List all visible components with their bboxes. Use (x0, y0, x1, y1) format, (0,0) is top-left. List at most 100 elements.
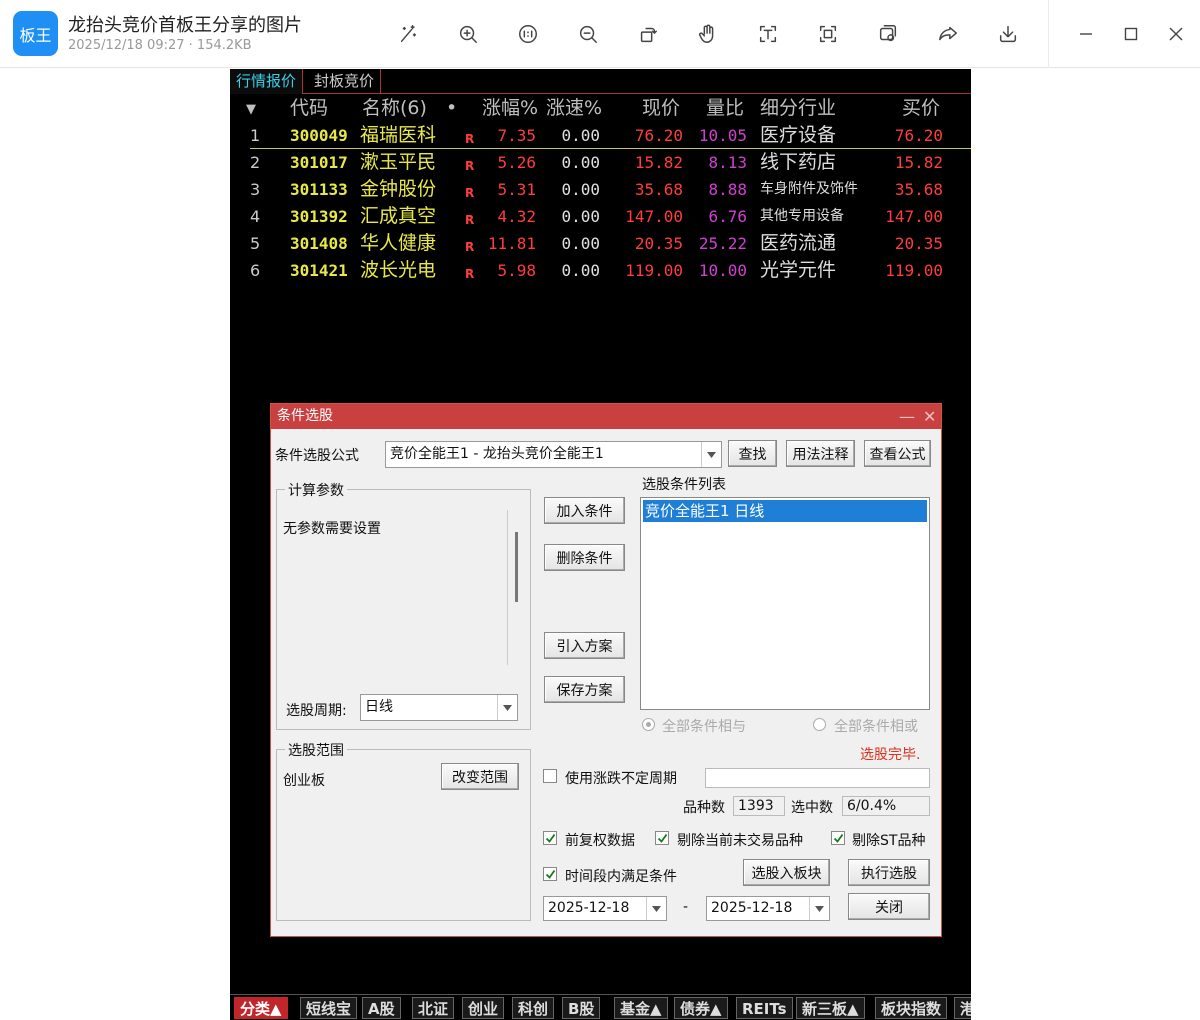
change-pct: 7.35 (497, 126, 536, 145)
zoom-in-icon[interactable] (452, 18, 484, 50)
category-tab[interactable]: 债券▲ (674, 997, 728, 1019)
hand-icon[interactable] (692, 18, 724, 50)
date-to-select[interactable]: 2025-12-18 (706, 896, 830, 921)
sort-icon[interactable]: ▼ (246, 96, 256, 123)
stock-code[interactable]: 301392 (290, 203, 348, 230)
selected-label: 选中数 (791, 800, 833, 816)
category-tab[interactable]: 创业 (462, 997, 505, 1019)
category-tab[interactable]: 北证 (412, 997, 455, 1019)
col-bid[interactable]: 买价 (902, 95, 940, 122)
dialog-close-icon[interactable]: ✕ (923, 404, 936, 429)
stock-name[interactable]: 福瑞医科 (360, 122, 436, 149)
stock-code[interactable]: 301408 (290, 230, 348, 257)
change-range-button[interactable]: 改变范围 (441, 763, 519, 790)
category-tab[interactable]: REITs (736, 997, 793, 1019)
col-code[interactable]: 代码 (290, 95, 328, 122)
download-icon[interactable] (992, 18, 1024, 50)
industry: 医疗设备 (760, 124, 837, 146)
col-name[interactable]: 名称(6) (362, 95, 427, 122)
last-price: 15.82 (634, 153, 683, 172)
forward-adjust-checkbox[interactable] (543, 831, 557, 845)
col-volume-ratio[interactable]: 量比 (706, 95, 744, 122)
selected-row-underline (250, 148, 971, 149)
stock-name[interactable]: 波长光电 (360, 257, 436, 284)
formula-select[interactable]: 竞价全能王1 - 龙抬头竞价全能王1 (385, 441, 722, 468)
exclude-untraded-checkbox[interactable] (655, 831, 669, 845)
forward-adjust-label: 前复权数据 (565, 833, 635, 849)
add-condition-button[interactable]: 加入条件 (544, 497, 625, 524)
stock-code[interactable]: 300049 (290, 122, 348, 149)
radio-all-and[interactable] (642, 718, 655, 731)
tab-limit-up-auction[interactable]: 封板竞价 (308, 69, 382, 94)
use-period-checkbox[interactable] (543, 769, 557, 783)
quote-row[interactable]: 6 301421 波长光电 R 5.98 0.00 119.00 10.00 光学元件 119.0… (230, 257, 971, 284)
save-scheme-button[interactable]: 保存方案 (544, 676, 625, 703)
condition-list[interactable]: 竞价全能王1 日线 (640, 497, 930, 710)
stock-name[interactable]: 汇成真空 (360, 203, 436, 230)
params-scrollbar[interactable] (515, 532, 518, 602)
stock-name[interactable]: 华人健康 (360, 230, 436, 257)
minimize-icon[interactable] (1072, 20, 1100, 48)
quote-row[interactable]: 5 301408 华人健康 R 11.81 0.00 20.35 25.22 医药流通 20.35 (230, 230, 971, 257)
tab-quotes[interactable]: 行情报价 (230, 69, 304, 94)
share-icon[interactable] (932, 18, 964, 50)
view-formula-button[interactable]: 查看公式 (864, 440, 931, 467)
category-tab[interactable]: 新三板▲ (796, 997, 865, 1019)
category-tab[interactable]: 科创 (512, 997, 555, 1019)
date-from-value: 2025-12-18 (548, 900, 630, 916)
usage-notes-button[interactable]: 用法注释 (786, 440, 855, 467)
category-tab[interactable]: 分类▲ (234, 997, 288, 1019)
close-icon[interactable] (1162, 20, 1190, 48)
col-speed[interactable]: 涨速% (546, 95, 602, 122)
quote-row[interactable]: 4 301392 汇成真空 R 4.32 0.00 147.00 6.76 其他专用设备 147.… (230, 203, 971, 230)
dialog-minimize-icon[interactable]: — (899, 404, 915, 429)
find-button[interactable]: 查找 (728, 440, 777, 467)
scan-icon[interactable] (812, 18, 844, 50)
exclude-st-checkbox[interactable] (831, 831, 845, 845)
stock-code[interactable]: 301133 (290, 176, 348, 203)
stock-code[interactable]: 301421 (290, 257, 348, 284)
category-tab[interactable]: 短线宝 (300, 997, 358, 1019)
range-group-label: 选股范围 (285, 740, 347, 760)
use-period-label: 使用涨跌不定周期 (565, 771, 677, 787)
copy-icon[interactable] (872, 18, 904, 50)
chevron-down-icon[interactable] (646, 897, 666, 920)
quote-row[interactable]: 2 301017 漱玉平民 R 5.26 0.00 15.82 8.13 线下药店 15.82 (230, 149, 971, 176)
actual-size-icon[interactable] (512, 18, 544, 50)
radio-all-or[interactable] (813, 718, 826, 731)
maximize-icon[interactable] (1117, 20, 1145, 48)
chevron-down-icon[interactable] (809, 897, 829, 920)
quote-row[interactable]: 3 301133 金钟股份 R 5.31 0.00 35.68 8.88 车身附件及饰件 35.6… (230, 176, 971, 203)
execute-button[interactable]: 执行选股 (848, 859, 930, 886)
category-tab[interactable]: 板块指数 (875, 997, 948, 1019)
row-index: 3 (250, 180, 261, 199)
zoom-out-icon[interactable] (572, 18, 604, 50)
category-tab[interactable]: B股 (562, 997, 601, 1019)
date-from-select[interactable]: 2025-12-18 (543, 896, 667, 921)
import-scheme-button[interactable]: 引入方案 (544, 632, 625, 659)
row-index: 5 (250, 234, 261, 253)
period-satisfy-checkbox[interactable] (543, 867, 557, 881)
to-block-button[interactable]: 选股入板块 (743, 859, 830, 886)
use-period-input[interactable] (705, 768, 930, 788)
magic-wand-icon[interactable] (392, 18, 424, 50)
period-select[interactable]: 日线 (360, 694, 518, 721)
col-change[interactable]: 涨幅% (482, 95, 538, 122)
stock-name[interactable]: 漱玉平民 (360, 149, 436, 176)
stock-name[interactable]: 金钟股份 (360, 176, 436, 203)
condition-list-item[interactable]: 竞价全能王1 日线 (643, 500, 927, 522)
text-recognition-icon[interactable] (752, 18, 784, 50)
chevron-down-icon[interactable] (701, 442, 721, 467)
chevron-down-icon[interactable] (497, 695, 517, 720)
quote-row[interactable]: 1 300049 福瑞医科 R 7.35 0.00 76.20 10.05 医疗设备 76.20 (230, 122, 971, 149)
category-tab[interactable]: 基金▲ (614, 997, 668, 1019)
category-tab[interactable]: A股 (362, 997, 401, 1019)
col-industry[interactable]: 细分行业 (760, 95, 836, 122)
col-price[interactable]: 现价 (642, 95, 680, 122)
stock-code[interactable]: 301017 (290, 149, 348, 176)
close-button[interactable]: 关闭 (848, 893, 930, 920)
delete-condition-button[interactable]: 删除条件 (544, 544, 625, 571)
category-tab[interactable]: 港 (954, 997, 971, 1019)
volume-ratio: 8.88 (708, 180, 747, 199)
rotate-icon[interactable] (632, 18, 664, 50)
